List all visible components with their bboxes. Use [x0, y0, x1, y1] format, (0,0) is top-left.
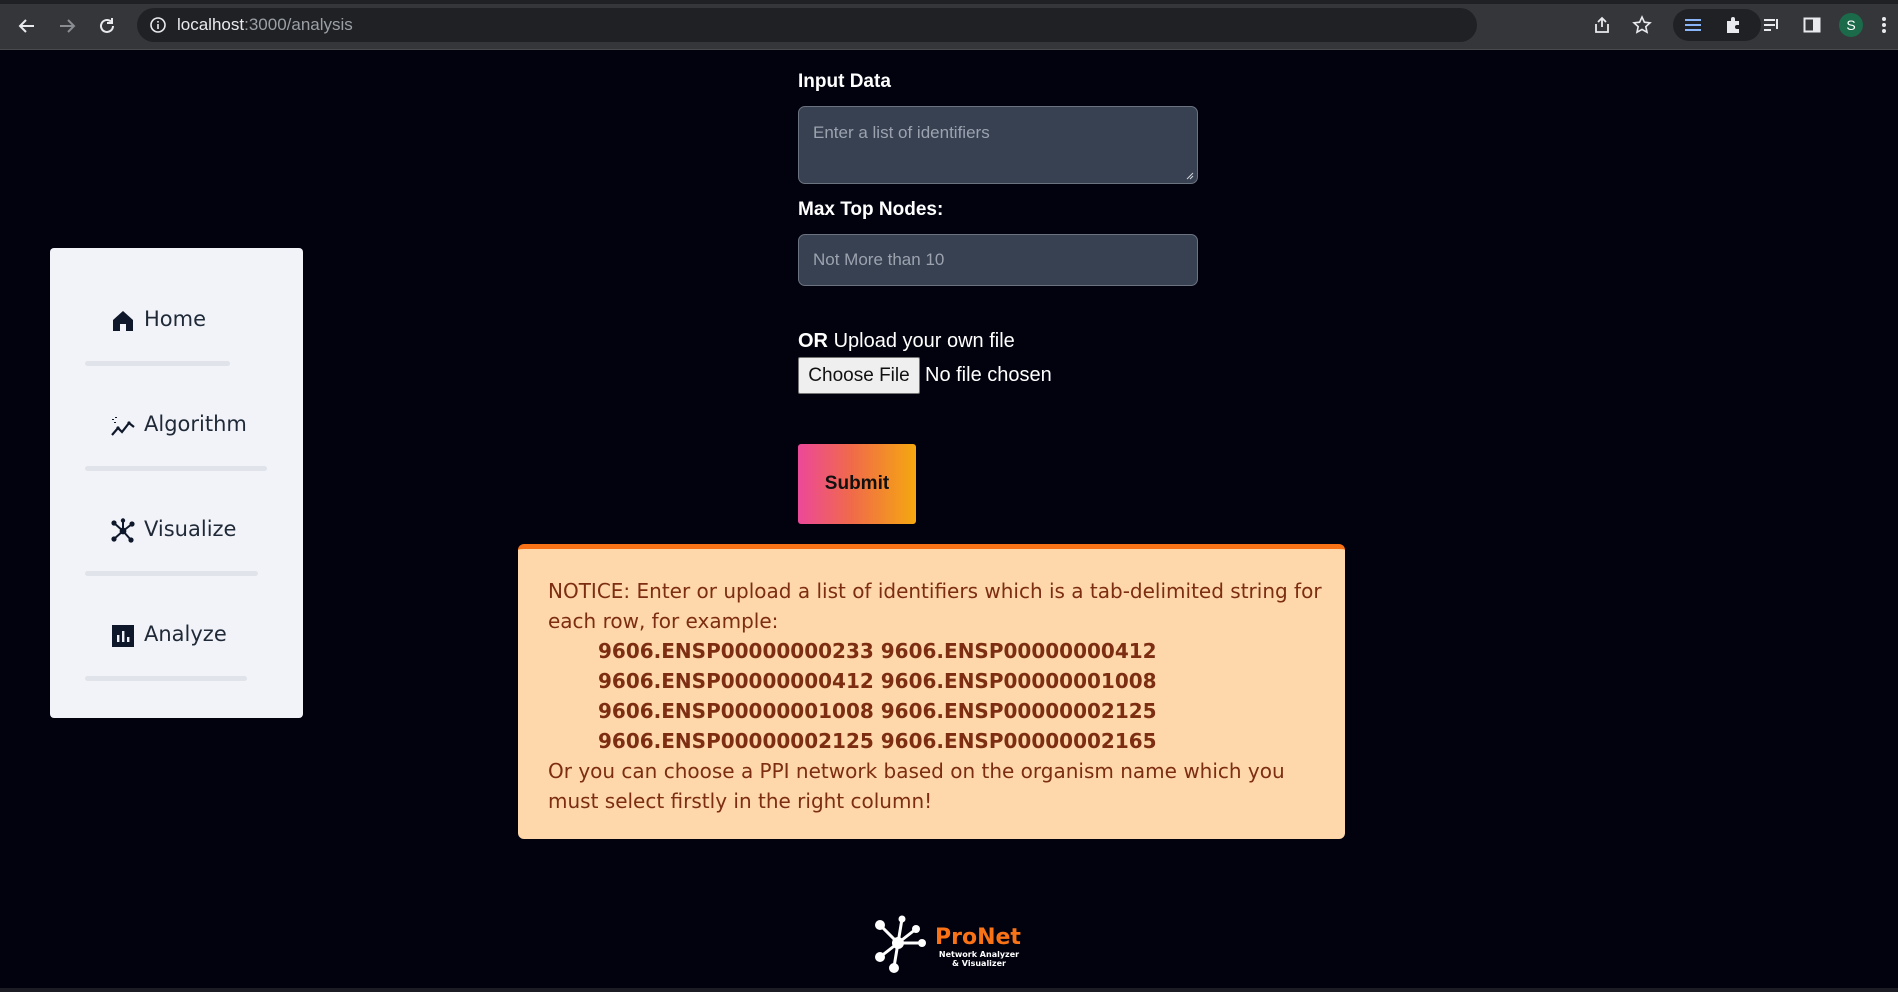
sidebar-item-analyze[interactable]: Analyze [50, 607, 303, 667]
arrow-right-icon [60, 19, 76, 33]
upload-or: OR [798, 330, 828, 352]
reading-list-icon [1764, 19, 1778, 31]
sidebar-divider [85, 676, 247, 681]
reading-list-button[interactable] [1759, 12, 1785, 38]
choose-file-button[interactable]: Choose File [798, 357, 920, 394]
sidebar-item-visualize[interactable]: Visualize [50, 502, 303, 562]
notice-example: 9606.ENSP00000000412 9606.ENSP0000000100… [598, 669, 1157, 693]
max-nodes-label: Max Top Nodes: [798, 199, 944, 220]
side-panel-icon [1803, 17, 1821, 33]
upload-text: Upload your own file [833, 330, 1015, 352]
sidebar-item-algorithm[interactable]: Algorithm [50, 397, 303, 457]
network-icon [111, 518, 135, 543]
no-file-text: No file chosen [925, 364, 1052, 386]
notice-line: NOTICE: Enter or upload a list of identi… [548, 579, 1322, 603]
forward-button[interactable] [54, 13, 80, 39]
identifiers-placeholder: Enter a list of identifiers [813, 123, 990, 142]
horizontal-scrollbar[interactable] [0, 988, 1898, 992]
back-button[interactable] [14, 13, 40, 39]
brand-tagline: Network Analyzer & Visualizer [935, 950, 1023, 968]
browser-toolbar: localhost:3000/analysis S [0, 0, 1898, 50]
extension-list-icon [1685, 19, 1701, 31]
arrow-left-icon [18, 19, 34, 33]
footer-logo: ProNet Network Analyzer & Visualizer [872, 913, 1032, 975]
info-icon[interactable] [149, 16, 167, 34]
notice-example: 9606.ENSP00000001008 9606.ENSP0000000212… [598, 699, 1157, 723]
max-nodes-placeholder: Not More than 10 [813, 250, 945, 269]
reload-button[interactable] [94, 13, 120, 39]
profile-avatar[interactable]: S [1839, 13, 1863, 37]
url-text: localhost:3000/analysis [177, 15, 353, 35]
upload-label: OR Upload your own file [798, 330, 1015, 353]
address-bar[interactable]: localhost:3000/analysis [137, 8, 1477, 42]
extension-button[interactable] [1680, 12, 1706, 38]
side-panel-button[interactable] [1799, 12, 1825, 38]
sidebar-item-home[interactable]: Home [50, 292, 303, 352]
tagline-line: Network Analyzer [938, 950, 1020, 959]
bar-chart-icon [112, 625, 134, 647]
sidebar-divider [85, 571, 258, 576]
star-icon [1632, 15, 1652, 34]
more-vert-icon [1882, 17, 1886, 33]
submit-button[interactable]: Submit [798, 444, 916, 524]
puzzle-icon [1727, 17, 1739, 33]
brand-name: ProNet [935, 925, 1021, 950]
tagline-line: & Visualizer [952, 959, 1006, 968]
sidebar-divider [85, 466, 267, 471]
home-icon [113, 311, 133, 331]
url-host: localhost [177, 15, 245, 34]
bookmark-button[interactable] [1629, 12, 1655, 38]
sidebar-item-label: Visualize [144, 517, 237, 541]
input-data-label: Input Data [798, 71, 891, 92]
notice-line: Or you can choose a PPI network based on… [548, 759, 1285, 783]
share-button[interactable] [1589, 12, 1615, 38]
resize-handle-icon[interactable] [1185, 171, 1194, 180]
trend-line-icon [111, 417, 135, 436]
notice-line: must select firstly in the right column! [548, 789, 933, 813]
url-path: :3000/analysis [244, 15, 353, 34]
share-icon [1595, 16, 1609, 33]
sidebar-item-label: Analyze [144, 622, 227, 646]
notice-example: 9606.ENSP00000002125 9606.ENSP0000000216… [598, 729, 1157, 753]
menu-button[interactable] [1874, 12, 1894, 38]
notice-line: each row, for example: [548, 609, 779, 633]
sidebar-item-label: Algorithm [144, 412, 247, 436]
extensions-button[interactable] [1720, 12, 1746, 38]
sidebar-item-label: Home [144, 307, 207, 331]
identifiers-textarea[interactable]: Enter a list of identifiers [798, 106, 1198, 184]
reload-icon [100, 18, 114, 33]
sidebar: Home Algorithm Visualize Analyze [50, 248, 303, 718]
notice-example: 9606.ENSP00000000233 9606.ENSP0000000041… [598, 639, 1157, 663]
notice-box: NOTICE: Enter or upload a list of identi… [518, 544, 1345, 839]
sidebar-divider [85, 361, 230, 366]
tab-strip [0, 0, 1898, 4]
pronet-logo-icon [875, 915, 926, 973]
max-nodes-input[interactable]: Not More than 10 [798, 234, 1198, 286]
